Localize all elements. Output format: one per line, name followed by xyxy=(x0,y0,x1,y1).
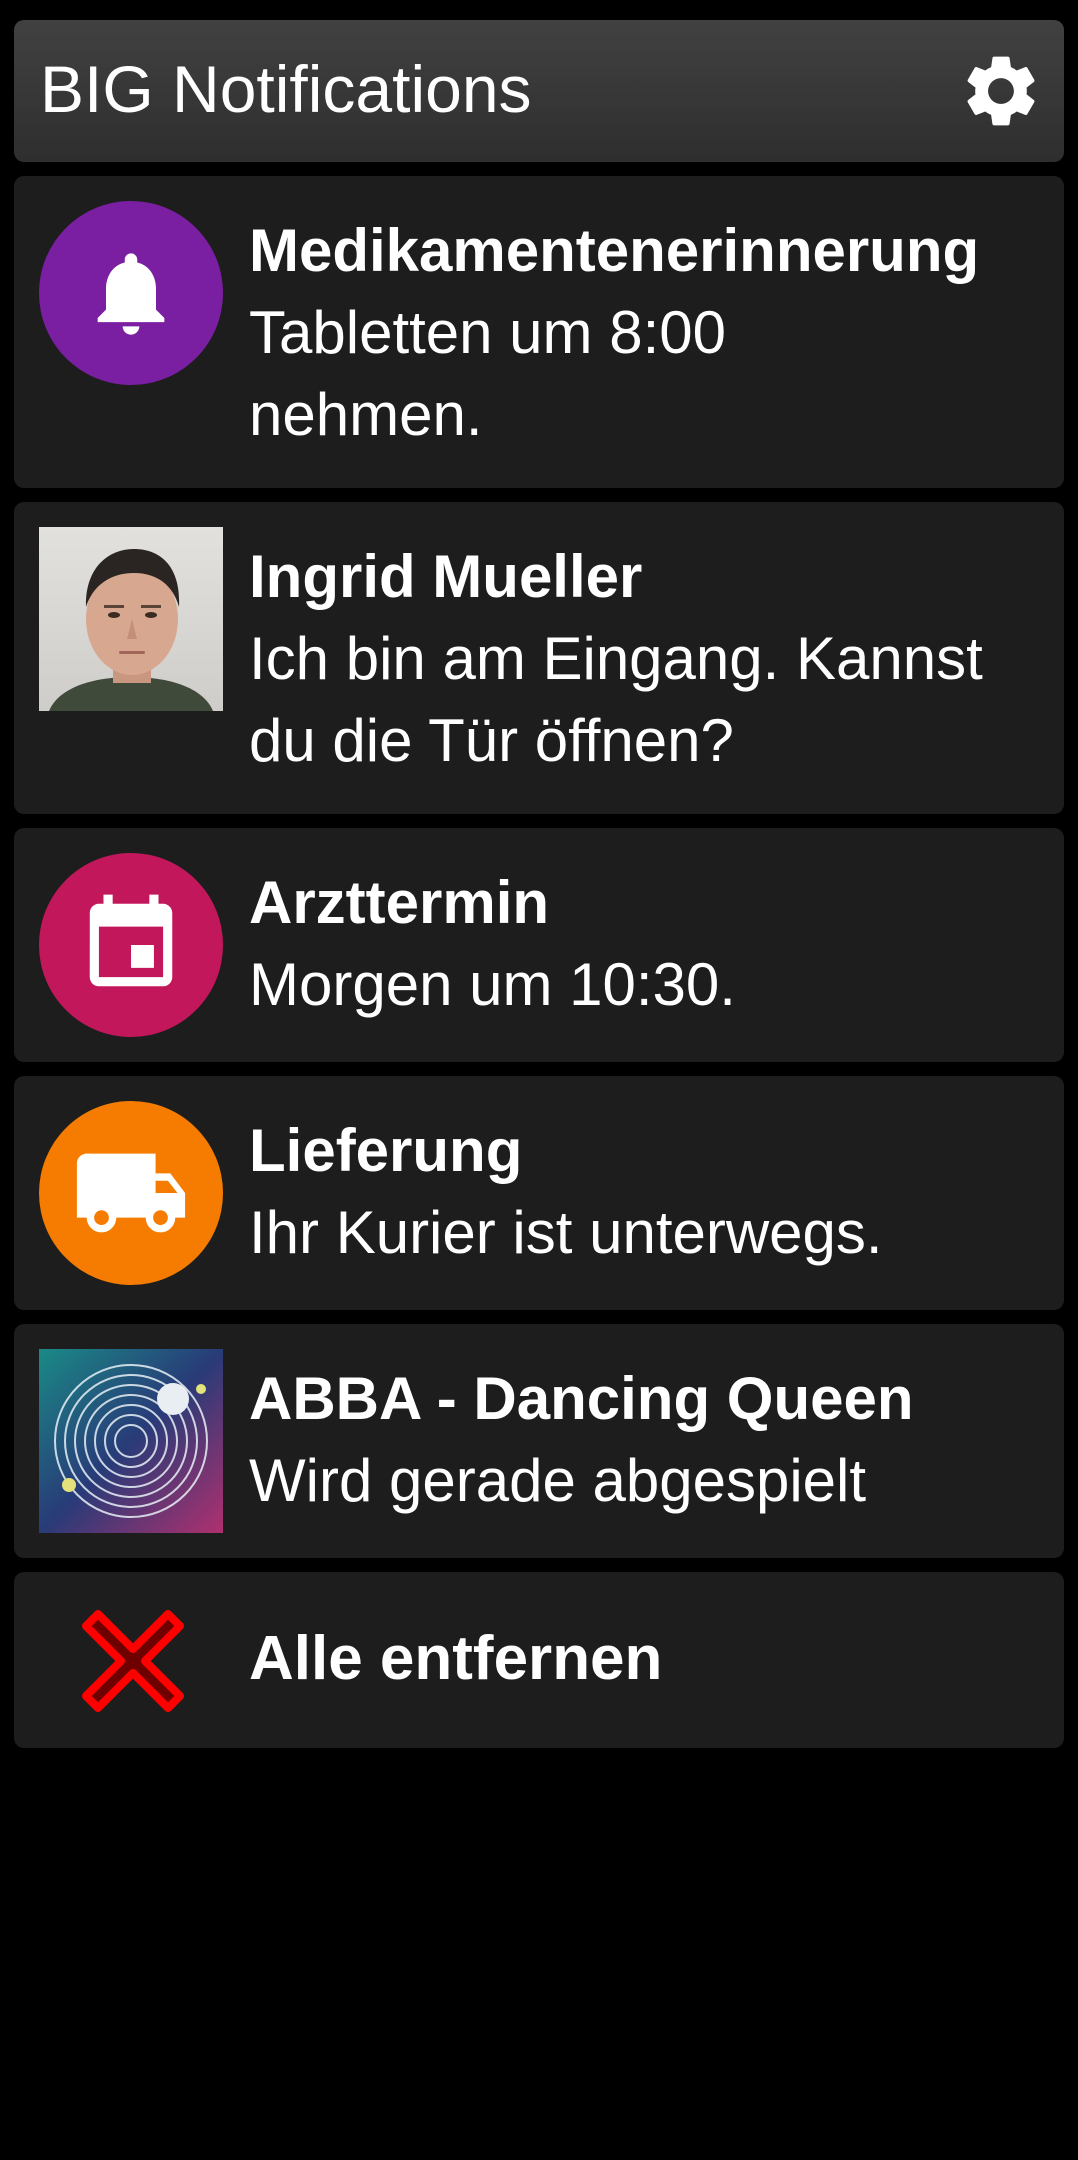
notification-title: ABBA - Dancing Queen xyxy=(249,1365,914,1432)
notification-appointment[interactable]: Arzttermin Morgen um 10:30. xyxy=(14,828,1064,1062)
album-art xyxy=(39,1349,223,1533)
app-header: BIG Notifications xyxy=(14,20,1064,162)
clear-all-label: Alle entfernen xyxy=(249,1624,663,1693)
calendar-icon xyxy=(39,853,223,1037)
bell-icon xyxy=(39,201,223,385)
notification-delivery[interactable]: Lieferung Ihr Kurier ist unterwegs. xyxy=(14,1076,1064,1310)
notification-body: Ihr Kurier ist unterwegs. xyxy=(249,1199,883,1266)
notification-title: Lieferung xyxy=(249,1117,523,1184)
notification-media[interactable]: ABBA - Dancing Queen Wird gerade abgespi… xyxy=(14,1324,1064,1558)
gear-icon[interactable] xyxy=(958,48,1044,134)
contact-avatar xyxy=(39,527,223,711)
notification-title: Arzttermin xyxy=(249,869,550,936)
close-icon xyxy=(74,1602,192,1720)
clear-all-button[interactable]: Alle entfernen xyxy=(14,1572,1064,1748)
notification-body: Tabletten um 8:00 nehmen. xyxy=(249,299,726,448)
app-title: BIG Notifications xyxy=(40,52,532,126)
notification-body: Ich bin am Eingang. Kannst du die Tür öf… xyxy=(249,625,983,774)
notification-medication[interactable]: Medikamentenerinnerung Tabletten um 8:00… xyxy=(14,176,1064,488)
notification-body: Wird gerade abgespielt xyxy=(249,1447,867,1514)
notification-message[interactable]: Ingrid Mueller Ich bin am Eingang. Kanns… xyxy=(14,502,1064,814)
notification-title: Medikamentenerinnerung xyxy=(249,217,980,284)
notification-title: Ingrid Mueller xyxy=(249,543,643,610)
truck-icon xyxy=(39,1101,223,1285)
notification-body: Morgen um 10:30. xyxy=(249,951,736,1018)
